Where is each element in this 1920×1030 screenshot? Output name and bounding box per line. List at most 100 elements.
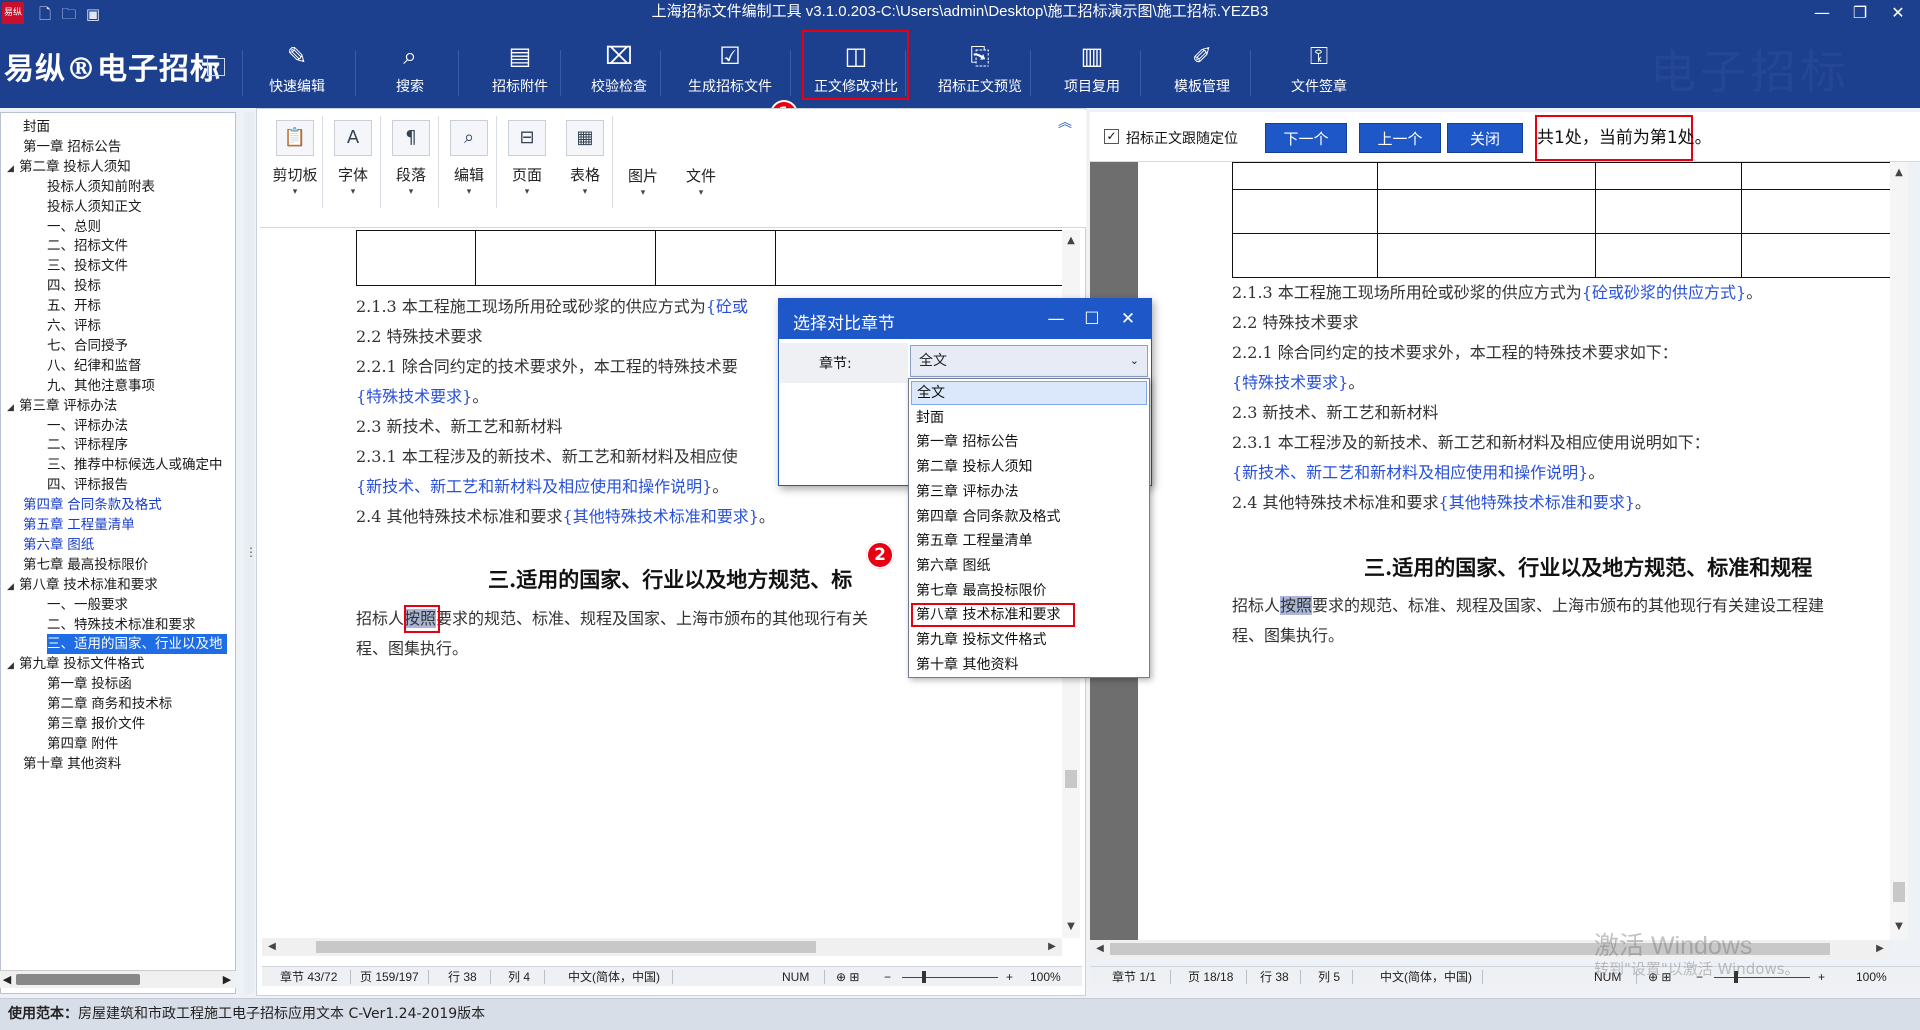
tree-item[interactable]: 第四章 合同条款及格式 bbox=[23, 495, 162, 515]
expand-triangle-icon[interactable]: ◢ bbox=[7, 158, 19, 178]
tree-item[interactable]: 第二章 商务和技术标 bbox=[47, 694, 172, 714]
toolbar-button-0[interactable]: ✎ 快速编辑 bbox=[252, 36, 342, 102]
dropdown-option[interactable]: 第一章 招标公告 bbox=[911, 430, 1147, 454]
tree-item[interactable]: 一、一般要求 bbox=[47, 595, 128, 615]
scroll-thumb[interactable] bbox=[316, 941, 816, 953]
dialog-maximize-button[interactable]: ☐ bbox=[1077, 305, 1107, 333]
tree-item[interactable]: 第一章 招标公告 bbox=[23, 137, 121, 157]
toolbar-button-9[interactable]: ⚿ 文件签章 bbox=[1262, 36, 1376, 102]
expand-triangle-icon[interactable]: ◢ bbox=[7, 655, 19, 675]
scroll-thumb[interactable] bbox=[1065, 770, 1077, 788]
tree-item[interactable]: 第七章 最高投标限价 bbox=[23, 555, 148, 575]
close-window-button[interactable]: ✕ bbox=[1880, 2, 1916, 24]
scroll-thumb[interactable] bbox=[1893, 882, 1905, 902]
toolbar-button-7[interactable]: ▥ 项目复用 bbox=[1040, 36, 1144, 102]
tree-item[interactable]: 第十章 其他资料 bbox=[23, 754, 121, 774]
right-vertical-scrollbar[interactable]: ▲ ▼ bbox=[1890, 162, 1908, 940]
dropdown-option[interactable]: 第七章 最高投标限价 bbox=[911, 579, 1147, 603]
maximize-button[interactable]: ❐ bbox=[1842, 2, 1878, 24]
tree-item[interactable]: ◢ 第二章 投标人须知 bbox=[7, 157, 131, 177]
ribbon-button-2[interactable]: ¶ 段落 ▾ bbox=[384, 114, 438, 222]
tree-item[interactable]: 八、纪律和监督 bbox=[47, 356, 142, 376]
tree-item[interactable]: 第一章 投标函 bbox=[47, 674, 132, 694]
tree-item[interactable]: 二、特殊技术标准和要求 bbox=[47, 615, 196, 635]
tree-item[interactable]: 二、评标程序 bbox=[47, 435, 128, 455]
dropdown-option[interactable]: 第三章 评标办法 bbox=[911, 480, 1147, 504]
ribbon-button-6[interactable]: 图片 ▾ bbox=[616, 114, 670, 222]
tree-item[interactable]: 四、评标报告 bbox=[47, 475, 128, 495]
ribbon-button-0[interactable]: 📋 剪切板 ▾ bbox=[268, 114, 322, 222]
tree-item[interactable]: 第四章 附件 bbox=[47, 734, 118, 754]
dropdown-option[interactable]: 第十章 其他资料 bbox=[911, 653, 1147, 677]
left-horizontal-scrollbar[interactable]: ◀ ▶ bbox=[262, 938, 1062, 956]
toolbar-button-3[interactable]: ⌧ 校验检查 bbox=[569, 36, 669, 102]
ribbon-button-7[interactable]: 文件 ▾ bbox=[674, 114, 728, 222]
toolbar-button-8[interactable]: ✐ 模板管理 bbox=[1152, 36, 1252, 102]
scroll-left-arrow[interactable]: ◀ bbox=[1092, 940, 1108, 958]
scroll-up-arrow[interactable]: ▲ bbox=[1891, 164, 1907, 182]
expand-triangle-icon[interactable]: ◢ bbox=[7, 397, 19, 417]
ribbon-button-5[interactable]: ▦ 表格 ▾ bbox=[558, 114, 612, 222]
scroll-up-arrow[interactable]: ▲ bbox=[1063, 232, 1079, 250]
tree-item[interactable]: 第六章 图纸 bbox=[23, 535, 94, 555]
scroll-right-arrow[interactable]: ▶ bbox=[1872, 940, 1888, 958]
next-button[interactable]: 下一个 bbox=[1265, 123, 1347, 153]
tree-item[interactable]: ◢ 第三章 评标办法 bbox=[7, 396, 117, 416]
toolbar-button-4[interactable]: ☑ 生成招标文件 bbox=[672, 36, 788, 102]
zoom-slider-thumb[interactable] bbox=[922, 971, 926, 983]
dropdown-option[interactable]: 第四章 合同条款及格式 bbox=[911, 505, 1147, 529]
dropdown-option[interactable]: 第二章 投标人须知 bbox=[911, 455, 1147, 479]
brand-dropdown-button[interactable]: ▾ bbox=[207, 58, 225, 76]
dialog-close-button[interactable]: ✕ bbox=[1113, 305, 1143, 333]
dropdown-option[interactable]: 第五章 工程量清单 bbox=[911, 529, 1147, 553]
tree-item[interactable]: ◢ 第九章 投标文件格式 bbox=[7, 654, 144, 674]
tree-item[interactable]: 投标人须知前附表 bbox=[47, 177, 155, 197]
tree-item[interactable]: 一、评标办法 bbox=[47, 416, 128, 436]
tree-item[interactable]: ◢ 第八章 技术标准和要求 bbox=[7, 575, 158, 595]
tree-item[interactable]: 九、其他注意事项 bbox=[47, 376, 155, 396]
scroll-left-arrow[interactable]: ◀ bbox=[0, 971, 14, 989]
tree-item[interactable]: 三、投标文件 bbox=[47, 256, 128, 276]
tree-item[interactable]: 五、开标 bbox=[47, 296, 101, 316]
dropdown-option[interactable]: 封面 bbox=[911, 406, 1147, 430]
tree-item[interactable]: 二、招标文件 bbox=[47, 236, 128, 256]
tree-item[interactable]: 第五章 工程量清单 bbox=[23, 515, 135, 535]
dropdown-option[interactable]: 全文 bbox=[911, 381, 1147, 405]
scroll-right-arrow[interactable]: ▶ bbox=[1044, 938, 1060, 956]
toolbar-button-6[interactable]: ⎘ 招标正文预览 bbox=[915, 36, 1045, 102]
tree-item[interactable]: 四、投标 bbox=[47, 276, 101, 296]
right-document[interactable]: 2.1.3 本工程施工现场所用砼或砂浆的供应方式为{砼或砂浆的供应方式}。 2.… bbox=[1138, 162, 1890, 940]
chapter-select[interactable]: 全文 ⌄ bbox=[910, 345, 1148, 377]
tree-item[interactable]: 六、评标 bbox=[47, 316, 101, 336]
dialog-titlebar[interactable]: 选择对比章节 — ☐ ✕ bbox=[779, 299, 1151, 339]
dialog-minimize-button[interactable]: — bbox=[1041, 305, 1071, 333]
fit-page-icon[interactable]: ⊕ ⊞ bbox=[836, 969, 859, 985]
scroll-left-arrow[interactable]: ◀ bbox=[264, 938, 280, 956]
zoom-in-button[interactable]: + bbox=[1818, 969, 1825, 985]
tree-horizontal-scrollbar[interactable]: ◀ ▶ bbox=[0, 970, 236, 988]
ribbon-button-3[interactable]: ⌕ 编辑 ▾ bbox=[442, 114, 496, 222]
tree-item[interactable]: 三、适用的国家、行业以及地 bbox=[47, 634, 227, 655]
tree-item[interactable]: 三、推荐中标候选人或确定中 bbox=[47, 455, 223, 475]
scroll-thumb[interactable] bbox=[16, 974, 140, 985]
follow-checkbox[interactable]: ✓ bbox=[1104, 129, 1119, 144]
ribbon-button-1[interactable]: A 字体 ▾ bbox=[326, 114, 380, 222]
tree-item[interactable]: 一、总则 bbox=[47, 217, 101, 237]
dropdown-option[interactable]: 第六章 图纸 bbox=[911, 554, 1147, 578]
scroll-down-arrow[interactable]: ▼ bbox=[1891, 918, 1907, 936]
scroll-right-arrow[interactable]: ▶ bbox=[220, 971, 234, 989]
dropdown-option[interactable]: 第九章 投标文件格式 bbox=[911, 628, 1147, 652]
scroll-down-arrow[interactable]: ▼ bbox=[1063, 918, 1079, 936]
toolbar-button-1[interactable]: ⌕ 搜索 bbox=[365, 36, 455, 102]
zoom-out-button[interactable]: − bbox=[884, 969, 891, 985]
minimize-button[interactable]: — bbox=[1804, 2, 1840, 24]
prev-button[interactable]: 上一个 bbox=[1359, 123, 1441, 153]
toolbar-button-2[interactable]: ▤ 招标附件 bbox=[468, 36, 572, 102]
ribbon-button-4[interactable]: ⊟ 页面 ▾ bbox=[500, 114, 554, 222]
right-horizontal-scrollbar[interactable]: ◀ ▶ bbox=[1090, 940, 1890, 958]
tree-item[interactable]: 投标人须知正文 bbox=[47, 197, 142, 217]
close-compare-button[interactable]: 关闭 bbox=[1447, 123, 1523, 153]
collapse-ribbon-icon[interactable]: ︽ bbox=[1058, 112, 1072, 132]
expand-triangle-icon[interactable]: ◢ bbox=[7, 576, 19, 596]
tree-item[interactable]: 第三章 报价文件 bbox=[47, 714, 145, 734]
